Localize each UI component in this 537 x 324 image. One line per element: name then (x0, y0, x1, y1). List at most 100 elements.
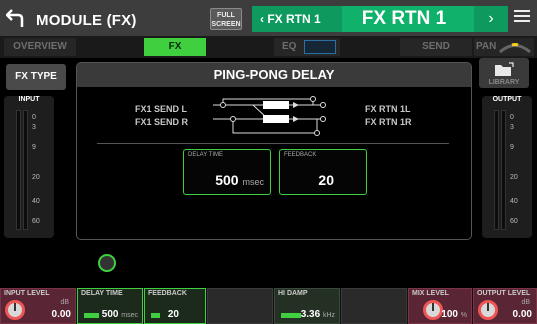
feedback-encoder-label: FEEDBACK (148, 290, 187, 297)
delay-time-param-label: DELAY TIME (188, 152, 224, 158)
hi-damp-value: 3.36 kHz (301, 309, 335, 320)
input-level-label: INPUT LEVEL (4, 290, 50, 297)
empty-encoder-slot (341, 288, 407, 324)
previous-fx-button[interactable]: ‹ FX RTN 1 (252, 6, 342, 32)
next-fx-button[interactable]: › (474, 6, 508, 32)
fx-on-indicator[interactable] (98, 254, 116, 272)
mix-level-number: 100 (441, 309, 458, 320)
meter-tick: 60 (510, 218, 518, 225)
fx-send-r-label: FX1 SEND R (135, 117, 189, 127)
fx-name: PING-PONG DELAY (77, 63, 471, 87)
previous-fx-label: FX RTN 1 (267, 12, 321, 26)
input-level-value: 0.00 (51, 309, 71, 320)
module-title: MODULE (FX) (36, 12, 137, 29)
input-meter-title: INPUT (18, 96, 40, 103)
delay-time-level-bar (84, 313, 99, 318)
knob-icon (5, 300, 25, 320)
folder-icon (495, 62, 514, 76)
input-meter: INPUT 0 3 9 20 40 60 (4, 96, 54, 238)
feedback-encoder-value: 20 (167, 309, 179, 320)
library-label: LIBRARY (488, 79, 520, 86)
fx-type-button[interactable]: FX TYPE (6, 64, 66, 90)
fx-rtn-l-label: FX RTN 1L (365, 104, 411, 114)
tab-overview[interactable]: OVERVIEW (4, 38, 76, 56)
hi-damp-level-bar (281, 313, 301, 318)
mix-level-label: MIX LEVEL (412, 290, 449, 297)
output-meter-title: OUTPUT (492, 96, 522, 103)
meter-tick: 9 (510, 144, 514, 151)
input-meter-scale: 0 3 9 20 40 60 (32, 110, 52, 230)
input-meter-right-bar (23, 110, 28, 230)
fx-divider (97, 143, 449, 144)
feedback-param-value: 20 (318, 172, 334, 188)
fx-send-l-label: FX1 SEND L (135, 104, 188, 114)
ping-pong-routing-diagram (213, 96, 326, 136)
pan-gauge-icon (499, 43, 531, 53)
header-bar: MODULE (FX) FULL SCREEN ‹ FX RTN 1 FX RT… (0, 0, 537, 36)
output-level-label: OUTPUT LEVEL (477, 290, 531, 297)
current-fx-title: FX RTN 1 (361, 8, 447, 29)
mix-level-unit: % (460, 312, 467, 319)
meter-tick: 40 (32, 198, 40, 205)
output-meter-scale: 0 3 9 20 40 60 (510, 110, 530, 230)
delay-time-param-value: 500 msec (215, 172, 264, 188)
full-screen-button[interactable]: FULL SCREEN (210, 8, 242, 30)
hi-damp-unit: kHz (322, 312, 335, 319)
input-level-unit: dB (60, 299, 69, 306)
mix-level-value: 100 % (441, 309, 467, 320)
meter-tick: 20 (32, 174, 40, 181)
fx-navigator: ‹ FX RTN 1 FX RTN 1 › (252, 6, 508, 32)
hi-damp-number: 3.36 (300, 309, 321, 320)
empty-encoder-slot (207, 288, 273, 324)
mix-level-encoder[interactable]: MIX LEVEL 100 % (408, 288, 472, 324)
feedback-encoder[interactable]: FEEDBACK 20 (144, 288, 206, 324)
eq-thumbnail (304, 40, 336, 54)
tab-eq-label: EQ (282, 41, 297, 52)
meter-tick: 20 (510, 174, 518, 181)
tab-send[interactable]: SEND (400, 38, 472, 56)
delay-time-encoder[interactable]: DELAY TIME 500 msec (77, 288, 143, 324)
feedback-level-bar (151, 313, 160, 318)
meter-tick: 0 (32, 114, 36, 121)
delay-time-encoder-value: 500 msec (102, 309, 138, 320)
delay-time-param[interactable]: DELAY TIME 500 msec (183, 149, 271, 195)
meter-tick: 3 (32, 124, 36, 131)
tab-pan[interactable]: PAN (474, 38, 534, 56)
hi-damp-encoder[interactable]: HI DAMP 3.36 kHz (274, 288, 340, 324)
feedback-param-label: FEEDBACK (284, 152, 317, 158)
delay-time-value: 500 (215, 172, 239, 188)
delay-time-encoder-number: 500 (101, 309, 119, 320)
meter-tick: 3 (510, 124, 514, 131)
fx-panel: PING-PONG DELAY FX1 SEND L FX1 SEND R FX… (76, 62, 472, 240)
input-level-encoder[interactable]: INPUT LEVEL dB 0.00 (0, 288, 76, 324)
delay-time-encoder-label: DELAY TIME (81, 290, 123, 297)
meter-tick: 40 (510, 198, 518, 205)
fx-rtn-r-label: FX RTN 1R (365, 117, 412, 127)
feedback-param[interactable]: FEEDBACK 20 (279, 149, 367, 195)
encoder-strip: INPUT LEVEL dB 0.00 DELAY TIME 500 msec … (0, 288, 537, 324)
tab-fx[interactable]: FX (144, 38, 206, 56)
back-arrow-icon[interactable] (5, 8, 30, 28)
main-content: FX TYPE LIBRARY INPUT 0 3 9 20 40 60 PIN… (0, 58, 537, 286)
output-meter-right-bar (501, 110, 506, 230)
tab-pan-label: PAN (476, 41, 497, 52)
meter-tick: 60 (32, 218, 40, 225)
output-level-encoder[interactable]: OUTPUT LEVEL dB 0.00 (473, 288, 537, 324)
tab-bar: OVERVIEW FX EQ SEND PAN (0, 36, 537, 58)
delay-time-unit: msec (242, 177, 264, 187)
knob-icon (478, 300, 498, 320)
output-level-unit: dB (521, 299, 530, 306)
input-meter-left-bar (16, 110, 21, 230)
chevron-left-icon: ‹ (260, 12, 264, 26)
output-meter: OUTPUT 0 3 9 20 40 60 (482, 96, 532, 238)
meter-tick: 0 (510, 114, 514, 121)
library-button[interactable]: LIBRARY (479, 58, 529, 88)
menu-icon[interactable] (514, 10, 530, 24)
tab-eq[interactable]: EQ (274, 38, 340, 56)
knob-icon (423, 300, 443, 320)
delay-time-encoder-unit: msec (121, 312, 138, 319)
hi-damp-label: HI DAMP (278, 290, 308, 297)
meter-tick: 9 (32, 144, 36, 151)
output-level-value: 0.00 (512, 309, 532, 320)
output-meter-left-bar (494, 110, 499, 230)
